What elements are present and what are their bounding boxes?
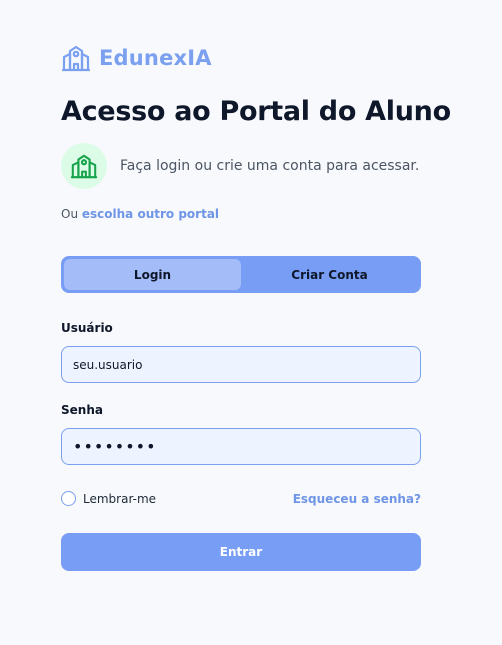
tab-login[interactable]: Login (64, 259, 241, 290)
brand-logo: EdunexIA (61, 43, 212, 73)
remember-me-label: Lembrar-me (83, 491, 157, 506)
auth-tabs: Login Criar Conta (61, 256, 421, 293)
school-building-icon (61, 45, 91, 72)
forgot-password-link[interactable]: Esqueceu a senha? (293, 492, 421, 506)
password-input[interactable] (61, 428, 421, 465)
page-title: Acesso ao Portal do Aluno (61, 96, 451, 127)
choose-other-portal-link[interactable]: escolha outro portal (82, 207, 219, 221)
intro-text: Faça login ou crie uma conta para acessa… (120, 158, 420, 174)
school-building-icon (70, 154, 98, 179)
tab-create-account[interactable]: Criar Conta (241, 259, 418, 290)
alt-portal-line: Ou escolha outro portal (61, 207, 219, 221)
submit-button[interactable]: Entrar (61, 533, 421, 571)
intro-badge (61, 143, 107, 189)
alt-prefix: Ou (61, 207, 79, 221)
remember-me-radio[interactable] (61, 491, 76, 506)
username-label: Usuário (61, 321, 113, 335)
brand-name: EdunexIA (99, 46, 212, 70)
intro-row: Faça login ou crie uma conta para acessa… (61, 143, 419, 189)
username-input[interactable] (61, 346, 421, 383)
remember-me-option[interactable]: Lembrar-me (61, 491, 156, 506)
password-label: Senha (61, 403, 103, 417)
